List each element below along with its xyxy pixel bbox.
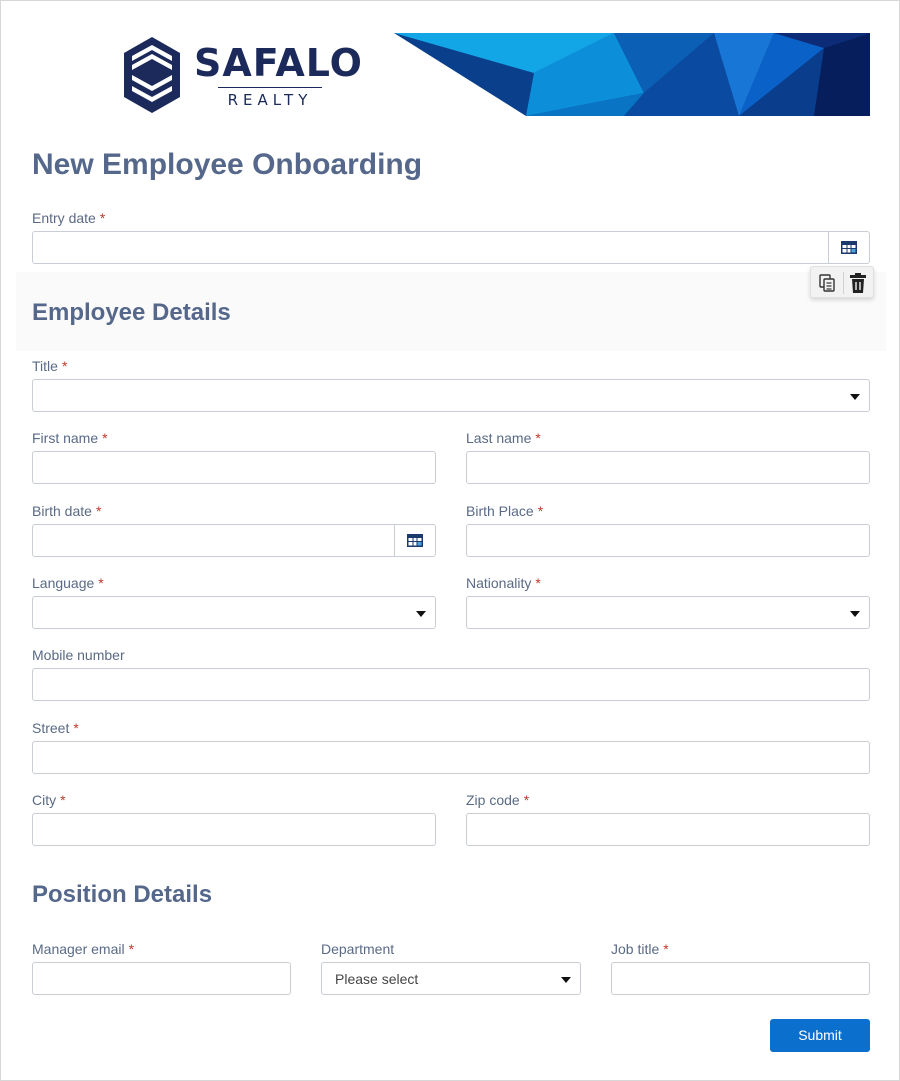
chevron-down-icon [850,394,860,400]
department-select[interactable]: Please select [321,962,581,995]
copy-icon[interactable] [819,274,835,292]
logo-wordmark: SAFALO [194,41,363,85]
birth-date-calendar-button[interactable] [394,525,435,556]
last-name-input[interactable] [466,451,870,484]
last-name-label: Last name * [466,430,541,446]
submit-button[interactable]: Submit [770,1019,870,1052]
language-select[interactable] [32,596,436,629]
calendar-icon [841,241,857,254]
logo-divider [218,87,322,88]
manager-email-input[interactable] [32,962,291,995]
city-input[interactable] [32,813,436,846]
street-label: Street * [32,720,79,736]
first-name-input[interactable] [32,451,436,484]
header-banner [394,33,870,116]
chevron-down-icon [850,611,860,617]
title-label: Title * [32,358,68,374]
job-title-label: Job title * [611,941,669,957]
company-logo: SAFALO REALTY [122,37,362,115]
entry-date-label: Entry date * [32,210,106,226]
form-container: SAFALO REALTY New Employee Onboarding En… [0,0,900,1081]
title-select[interactable] [32,379,870,412]
mobile-number-label: Mobile number [32,647,125,663]
street-input[interactable] [32,741,870,774]
calendar-icon [407,534,423,547]
department-label: Department [321,941,395,957]
mobile-number-input[interactable] [32,668,870,701]
position-details-heading: Position Details [32,881,213,908]
nationality-label: Nationality * [466,575,541,591]
form-title: New Employee Onboarding [32,148,423,181]
entry-date-calendar-button[interactable] [828,232,869,263]
manager-email-label: Manager email * [32,941,135,957]
chevron-down-icon [561,977,571,983]
language-label: Language * [32,575,104,591]
trash-icon[interactable] [850,273,866,293]
employee-details-heading: Employee Details [32,299,231,326]
birth-place-label: Birth Place * [466,503,544,519]
zip-code-label: Zip code * [466,792,530,808]
zip-code-input[interactable] [466,813,870,846]
birth-place-input[interactable] [466,524,870,557]
toolbar-divider [843,272,844,294]
city-label: City * [32,792,66,808]
logo-mark-icon [124,37,180,113]
birth-date-label: Birth date * [32,503,102,519]
nationality-select[interactable] [466,596,870,629]
job-title-input[interactable] [611,962,870,995]
section-toolbar [810,266,874,298]
birth-date-field[interactable] [32,524,436,557]
entry-date-field[interactable] [32,231,870,264]
first-name-label: First name * [32,430,108,446]
chevron-down-icon [416,611,426,617]
logo-subtitle: REALTY [227,91,313,109]
